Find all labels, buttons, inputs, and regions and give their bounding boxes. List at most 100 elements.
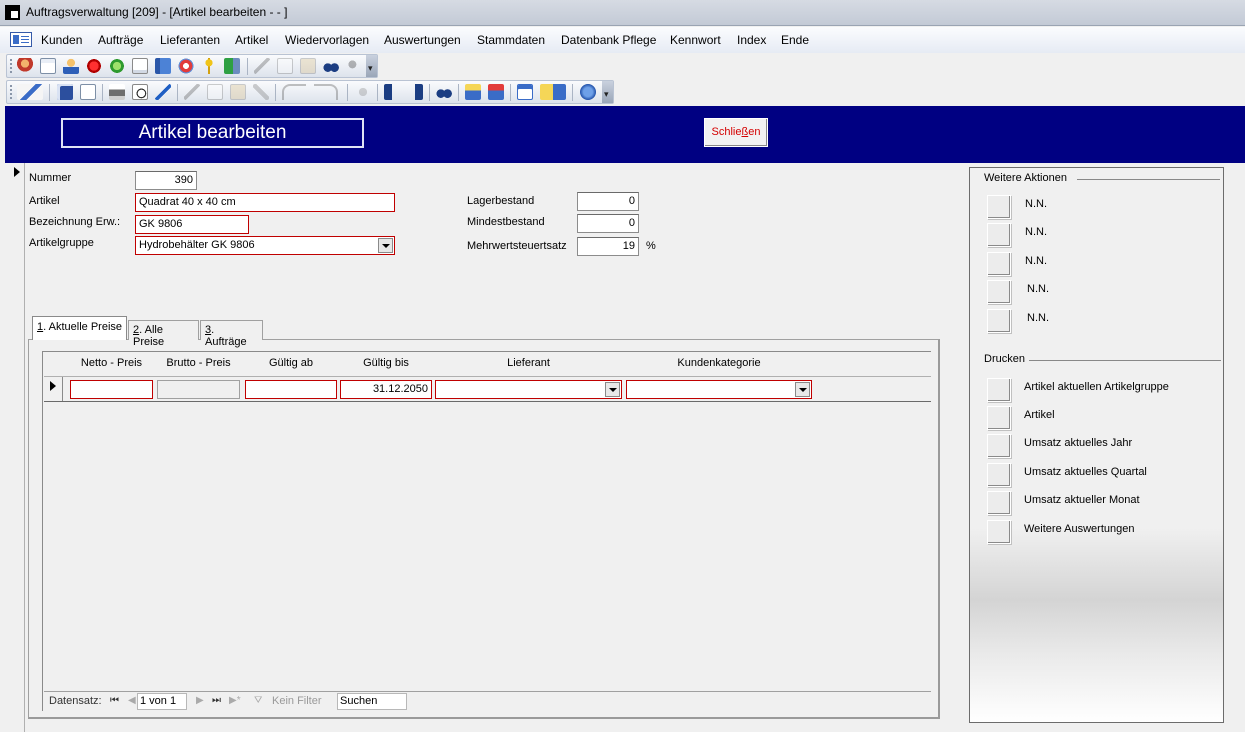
cut-icon[interactable]	[184, 84, 200, 100]
toolbar-overflow-button[interactable]	[602, 81, 613, 103]
print-button-2[interactable]	[987, 406, 1011, 430]
record-selector[interactable]	[5, 163, 25, 732]
copy-icon[interactable]	[277, 58, 293, 74]
menu-stammdaten[interactable]: Stammdaten	[477, 33, 545, 47]
print-preview-icon[interactable]	[80, 84, 96, 100]
menu-index[interactable]: Index	[737, 33, 766, 47]
toolbar-separator	[102, 84, 103, 101]
person-icon[interactable]	[17, 58, 33, 74]
list-icon[interactable]	[132, 58, 148, 74]
title-bar: Auftragsverwaltung [209] - [Artikel bear…	[0, 0, 1245, 26]
red-gear-icon[interactable]	[86, 58, 102, 74]
undo-icon[interactable]	[282, 84, 306, 100]
print-icon[interactable]	[109, 84, 125, 100]
print-button-4[interactable]	[987, 463, 1011, 487]
last-record-icon[interactable]: ⏭	[212, 695, 221, 706]
row-selector[interactable]	[44, 377, 63, 401]
tab-aktuelle-preise[interactable]: 1. Aktuelle Preise	[32, 316, 127, 340]
action-button-5[interactable]	[987, 309, 1011, 333]
menu-kennwort[interactable]: Kennwort	[670, 33, 721, 47]
action-button-2[interactable]	[987, 223, 1011, 247]
menu-auswertungen[interactable]: Auswertungen	[384, 33, 461, 47]
bezeichnung-field[interactable]: GK 9806	[135, 215, 249, 234]
netto-preis-cell[interactable]	[70, 380, 153, 399]
print-button-6[interactable]	[987, 520, 1011, 544]
tab-auftraege[interactable]: 3. Aufträge	[200, 320, 263, 348]
menu-wiedervorlagen[interactable]: Wiedervorlagen	[285, 33, 369, 47]
gueltig-bis-cell[interactable]: 31.12.2050	[340, 380, 432, 399]
toolbar-grip[interactable]	[10, 59, 12, 73]
close-button[interactable]: Schließen	[704, 118, 768, 147]
help-icon[interactable]	[580, 84, 596, 100]
save-icon[interactable]	[57, 84, 73, 100]
medical-cross-icon[interactable]	[178, 58, 194, 74]
redo-icon[interactable]	[314, 84, 338, 100]
search-input[interactable]: Suchen	[337, 693, 407, 710]
chevron-down-icon[interactable]	[605, 382, 620, 397]
artikelgruppe-label: Artikelgruppe	[29, 237, 94, 249]
toolbar-grip[interactable]	[10, 85, 12, 99]
find-replace-icon[interactable]	[346, 58, 362, 74]
find-icon[interactable]	[323, 58, 339, 74]
design-view-icon[interactable]	[17, 84, 43, 100]
mindestbestand-field[interactable]: 0	[577, 214, 639, 233]
chevron-down-icon[interactable]	[378, 238, 393, 253]
document-icon[interactable]	[40, 58, 56, 74]
key-icon[interactable]	[201, 58, 217, 74]
exit-icon[interactable]	[224, 58, 240, 74]
artikel-field[interactable]: Quadrat 40 x 40 cm	[135, 193, 395, 212]
action-button-3[interactable]	[987, 252, 1011, 276]
menu-auftraege[interactable]: Aufträge	[98, 33, 143, 47]
new-record-nav-icon[interactable]: ▶*	[229, 695, 241, 706]
lagerbestand-field[interactable]: 0	[577, 192, 639, 211]
menu-datenbank-pflege[interactable]: Datenbank Pflege	[561, 33, 656, 47]
form-menu-icon[interactable]	[10, 32, 32, 47]
print-button-3[interactable]	[987, 434, 1011, 458]
nummer-field[interactable]: 390	[135, 171, 197, 190]
new-object-icon[interactable]	[540, 84, 566, 100]
search-preview-icon[interactable]	[132, 84, 148, 100]
sort-descending-icon[interactable]	[407, 84, 423, 100]
menu-ende[interactable]: Ende	[781, 33, 809, 47]
filter-icon[interactable]: ⛛	[254, 695, 262, 706]
copy-icon[interactable]	[207, 84, 223, 100]
print-label-2: Artikel	[1024, 409, 1055, 421]
menu-artikel[interactable]: Artikel	[235, 33, 268, 47]
record-position-input[interactable]: 1 von 1	[137, 693, 187, 710]
cut-icon[interactable]	[254, 58, 270, 74]
green-refresh-icon[interactable]	[109, 58, 125, 74]
next-record-icon[interactable]: ▶	[196, 695, 204, 706]
print-button-5[interactable]	[987, 491, 1011, 515]
print-button-1[interactable]	[987, 378, 1011, 402]
new-record-icon[interactable]	[465, 84, 481, 100]
hyperlink-icon[interactable]	[355, 84, 371, 100]
paste-icon[interactable]	[300, 58, 316, 74]
menu-lieferanten[interactable]: Lieferanten	[160, 33, 220, 47]
first-record-icon[interactable]: ⏮	[110, 695, 119, 706]
sort-ascending-icon[interactable]	[384, 84, 400, 100]
book-icon[interactable]	[155, 58, 171, 74]
gueltig-ab-cell[interactable]	[245, 380, 337, 399]
drucken-title: Drucken	[984, 353, 1025, 365]
app-icon[interactable]	[5, 5, 20, 20]
kundenkategorie-select[interactable]	[626, 380, 812, 399]
paste-icon[interactable]	[230, 84, 246, 100]
tab-alle-preise[interactable]: 2. Alle Preise	[128, 320, 199, 348]
spellcheck-icon[interactable]	[155, 84, 171, 100]
action-button-1[interactable]	[987, 195, 1011, 219]
menu-kunden[interactable]: Kunden	[41, 33, 82, 47]
lieferant-select[interactable]	[435, 380, 622, 399]
format-painter-icon[interactable]	[253, 84, 269, 100]
artikelgruppe-select[interactable]: Hydrobehälter GK 9806	[135, 236, 395, 255]
filter-status[interactable]: Kein Filter	[272, 695, 322, 707]
action-button-4[interactable]	[987, 280, 1011, 304]
previous-record-icon[interactable]: ◀	[128, 695, 136, 706]
mwst-field[interactable]: 19	[577, 237, 639, 256]
database-window-icon[interactable]	[517, 84, 533, 100]
chevron-down-icon[interactable]	[795, 382, 810, 397]
user-icon[interactable]	[63, 58, 79, 74]
delete-record-icon[interactable]	[488, 84, 504, 100]
toolbar-overflow-button[interactable]	[366, 55, 377, 77]
close-label-a: Schlie	[711, 126, 742, 138]
find-icon[interactable]	[436, 84, 452, 100]
